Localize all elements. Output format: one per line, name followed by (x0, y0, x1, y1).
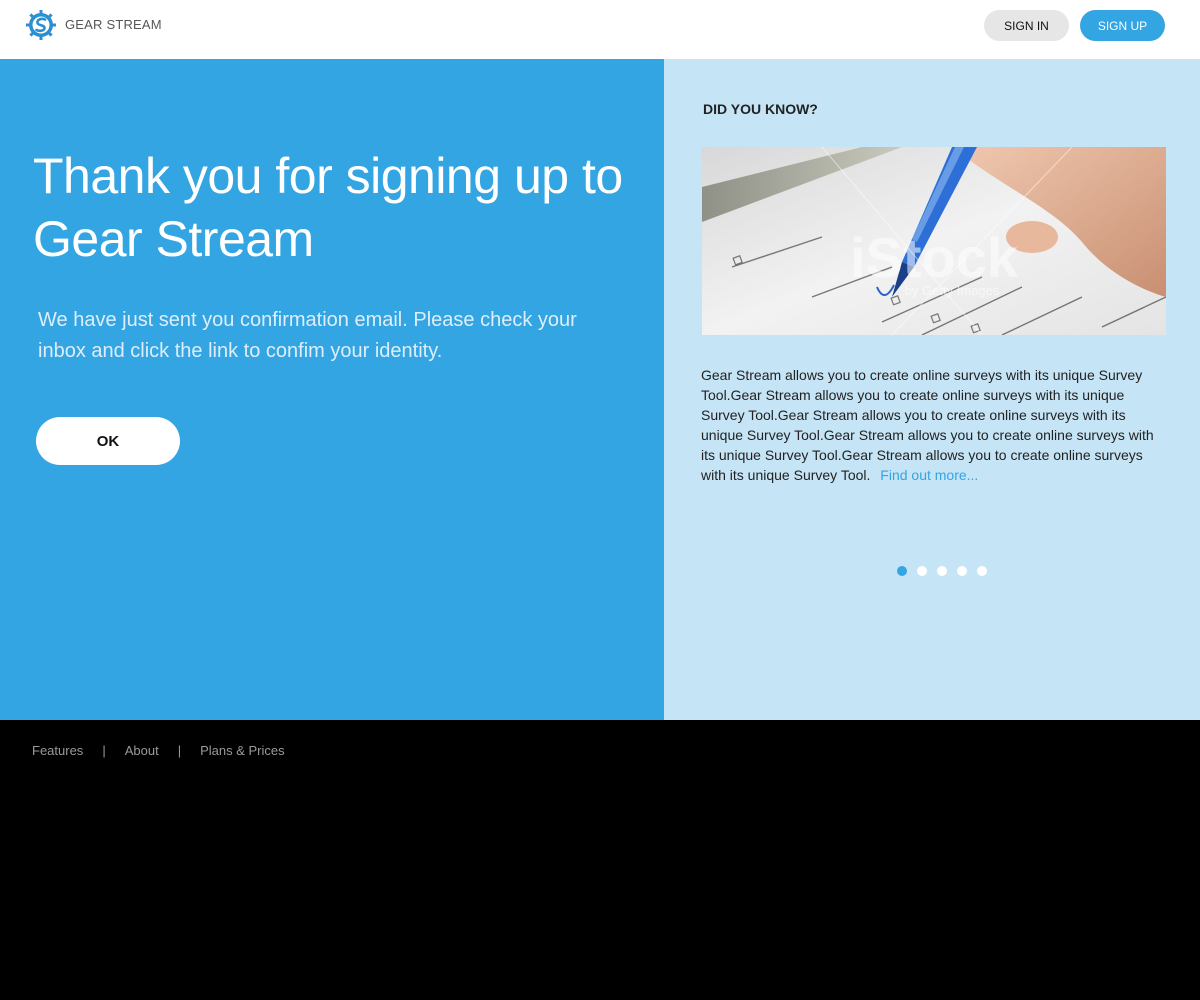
carousel-dot-3[interactable] (937, 566, 947, 576)
survey-form-image: iStock by Getty Images (702, 147, 1166, 335)
footer-link-features[interactable]: Features (32, 743, 83, 758)
page-title: Thank you for signing up to Gear Stream (33, 148, 623, 267)
confirmation-panel: Thank you for signing up to Gear Stream … (0, 59, 664, 720)
footer: Features | About | Plans & Prices (0, 720, 1200, 1000)
sign-in-button[interactable]: SIGN IN (984, 10, 1069, 41)
ok-button[interactable]: OK (36, 417, 180, 465)
did-you-know-panel: DID YOU KNOW? iStock by Getty Images Gea… (664, 59, 1200, 720)
survey-photo: iStock by Getty Images (702, 147, 1166, 335)
footer-separator: | (102, 743, 106, 758)
carousel-dot-5[interactable] (977, 566, 987, 576)
carousel-dots (897, 566, 987, 576)
footer-nav: Features | About | Plans & Prices (32, 743, 285, 758)
carousel-dot-2[interactable] (917, 566, 927, 576)
sign-up-button[interactable]: SIGN UP (1080, 10, 1165, 41)
did-you-know-body: Gear Stream allows you to create online … (701, 367, 1154, 483)
did-you-know-title: DID YOU KNOW? (703, 101, 818, 117)
confirmation-message: We have just sent you confirmation email… (38, 309, 577, 362)
footer-separator: | (177, 743, 182, 758)
brand-name: GEAR STREAM (65, 17, 162, 32)
header: GEAR STREAM SIGN IN SIGN UP (0, 0, 1200, 59)
footer-link-about[interactable]: About (125, 743, 159, 758)
find-out-more-link[interactable]: Find out more... (880, 467, 978, 483)
did-you-know-text: Gear Stream allows you to create online … (701, 365, 1161, 485)
carousel-dot-1[interactable] (897, 566, 907, 576)
footer-link-plans-prices[interactable]: Plans & Prices (200, 743, 285, 758)
svg-text:by Getty Images: by Getty Images (905, 283, 1000, 298)
carousel-dot-4[interactable] (957, 566, 967, 576)
gear-logo-icon[interactable] (25, 9, 57, 41)
